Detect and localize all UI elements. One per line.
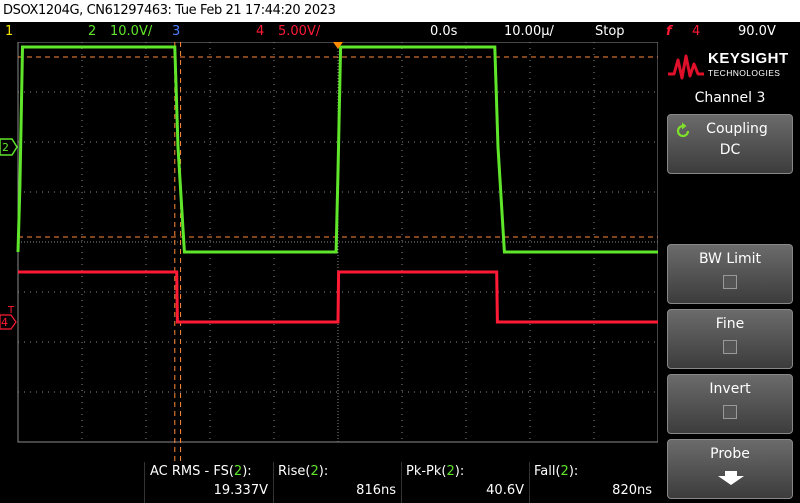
- logo-sub: TECHNOLOGIES: [708, 68, 781, 78]
- traces: [16, 45, 658, 324]
- arrow-down-icon: [718, 471, 744, 485]
- trigger-level-marker-label: T: [7, 305, 15, 316]
- run-state[interactable]: Stop: [595, 22, 625, 42]
- keysight-logo: KEYSIGHT TECHNOLOGIES: [666, 48, 794, 86]
- ch2-number[interactable]: 2: [88, 22, 96, 42]
- bw-limit-checkbox[interactable]: [723, 275, 737, 289]
- ch1-number[interactable]: 1: [5, 22, 13, 42]
- fine-softkey[interactable]: Fine: [667, 309, 793, 369]
- ch4-number[interactable]: 4: [256, 22, 264, 42]
- invert-softkey[interactable]: Invert: [667, 374, 793, 434]
- fine-label: Fine: [715, 316, 745, 332]
- measurement-divider: [273, 462, 274, 503]
- meas-rise-label[interactable]: Rise(2):: [278, 464, 328, 479]
- ch4-trace: [18, 270, 658, 324]
- invert-label: Invert: [709, 381, 751, 397]
- invert-checkbox[interactable]: [723, 405, 737, 419]
- measurement-bar: AC RMS - FS(2): 19.337V Rise(2): 816ns P…: [0, 462, 660, 503]
- coupling-label: Coupling: [706, 121, 768, 137]
- meas-pkpk-value: 40.6V: [486, 483, 524, 498]
- ch2-scale[interactable]: 10.0V/: [110, 22, 152, 42]
- trigger-source[interactable]: 4: [692, 22, 700, 42]
- ch3-number[interactable]: 3: [172, 22, 180, 42]
- probe-label: Probe: [710, 446, 750, 462]
- meas-pkpk-label[interactable]: Pk-Pk(2):: [406, 464, 464, 479]
- meas-fall-label[interactable]: Fall(2):: [534, 464, 578, 479]
- bw-limit-softkey[interactable]: BW Limit: [667, 244, 793, 304]
- ch4-marker-label: 4: [1, 316, 8, 329]
- measurement-divider: [401, 462, 402, 503]
- window-title: DSOX1204G, CN61297463: Tue Feb 21 17:44:…: [0, 0, 800, 22]
- meas-ac-rms-label[interactable]: AC RMS - FS(2):: [150, 464, 252, 479]
- fine-checkbox[interactable]: [723, 340, 737, 354]
- keysight-wave-icon: [668, 54, 704, 80]
- logo-brand: KEYSIGHT: [708, 50, 789, 67]
- probe-softkey[interactable]: Probe: [667, 439, 793, 499]
- ch4-scale[interactable]: 5.00V/: [278, 22, 320, 42]
- trigger-level[interactable]: 90.0V: [738, 22, 776, 42]
- time-offset[interactable]: 0.0s: [430, 22, 457, 42]
- status-bar: 1 2 10.0V/ 3 4 5.00V/ 0.0s 10.00µ/ Stop …: [0, 22, 800, 42]
- coupling-softkey[interactable]: Coupling DC: [667, 114, 793, 174]
- softkey-panel: KEYSIGHT TECHNOLOGIES Channel 3 Coupling…: [660, 42, 800, 503]
- menu-title: Channel 3: [694, 90, 766, 106]
- trigger-edge-icon: f: [666, 24, 672, 39]
- meas-rise-value: 816ns: [356, 483, 396, 498]
- measurement-divider: [144, 462, 145, 503]
- waveform-display[interactable]: 2 4T: [0, 42, 658, 462]
- time-scale[interactable]: 10.00µ/: [504, 22, 554, 42]
- waveform-plot: 2 4T: [0, 42, 658, 462]
- meas-ac-rms-value: 19.337V: [213, 483, 268, 498]
- bw-limit-label: BW Limit: [698, 251, 762, 267]
- coupling-value: DC: [719, 142, 741, 158]
- ch2-marker-label: 2: [2, 141, 9, 154]
- channel-markers: 2 4T: [0, 42, 343, 330]
- ch2-trace: [16, 45, 658, 254]
- meas-fall-value: 820ns: [612, 483, 652, 498]
- measurement-divider: [529, 462, 530, 503]
